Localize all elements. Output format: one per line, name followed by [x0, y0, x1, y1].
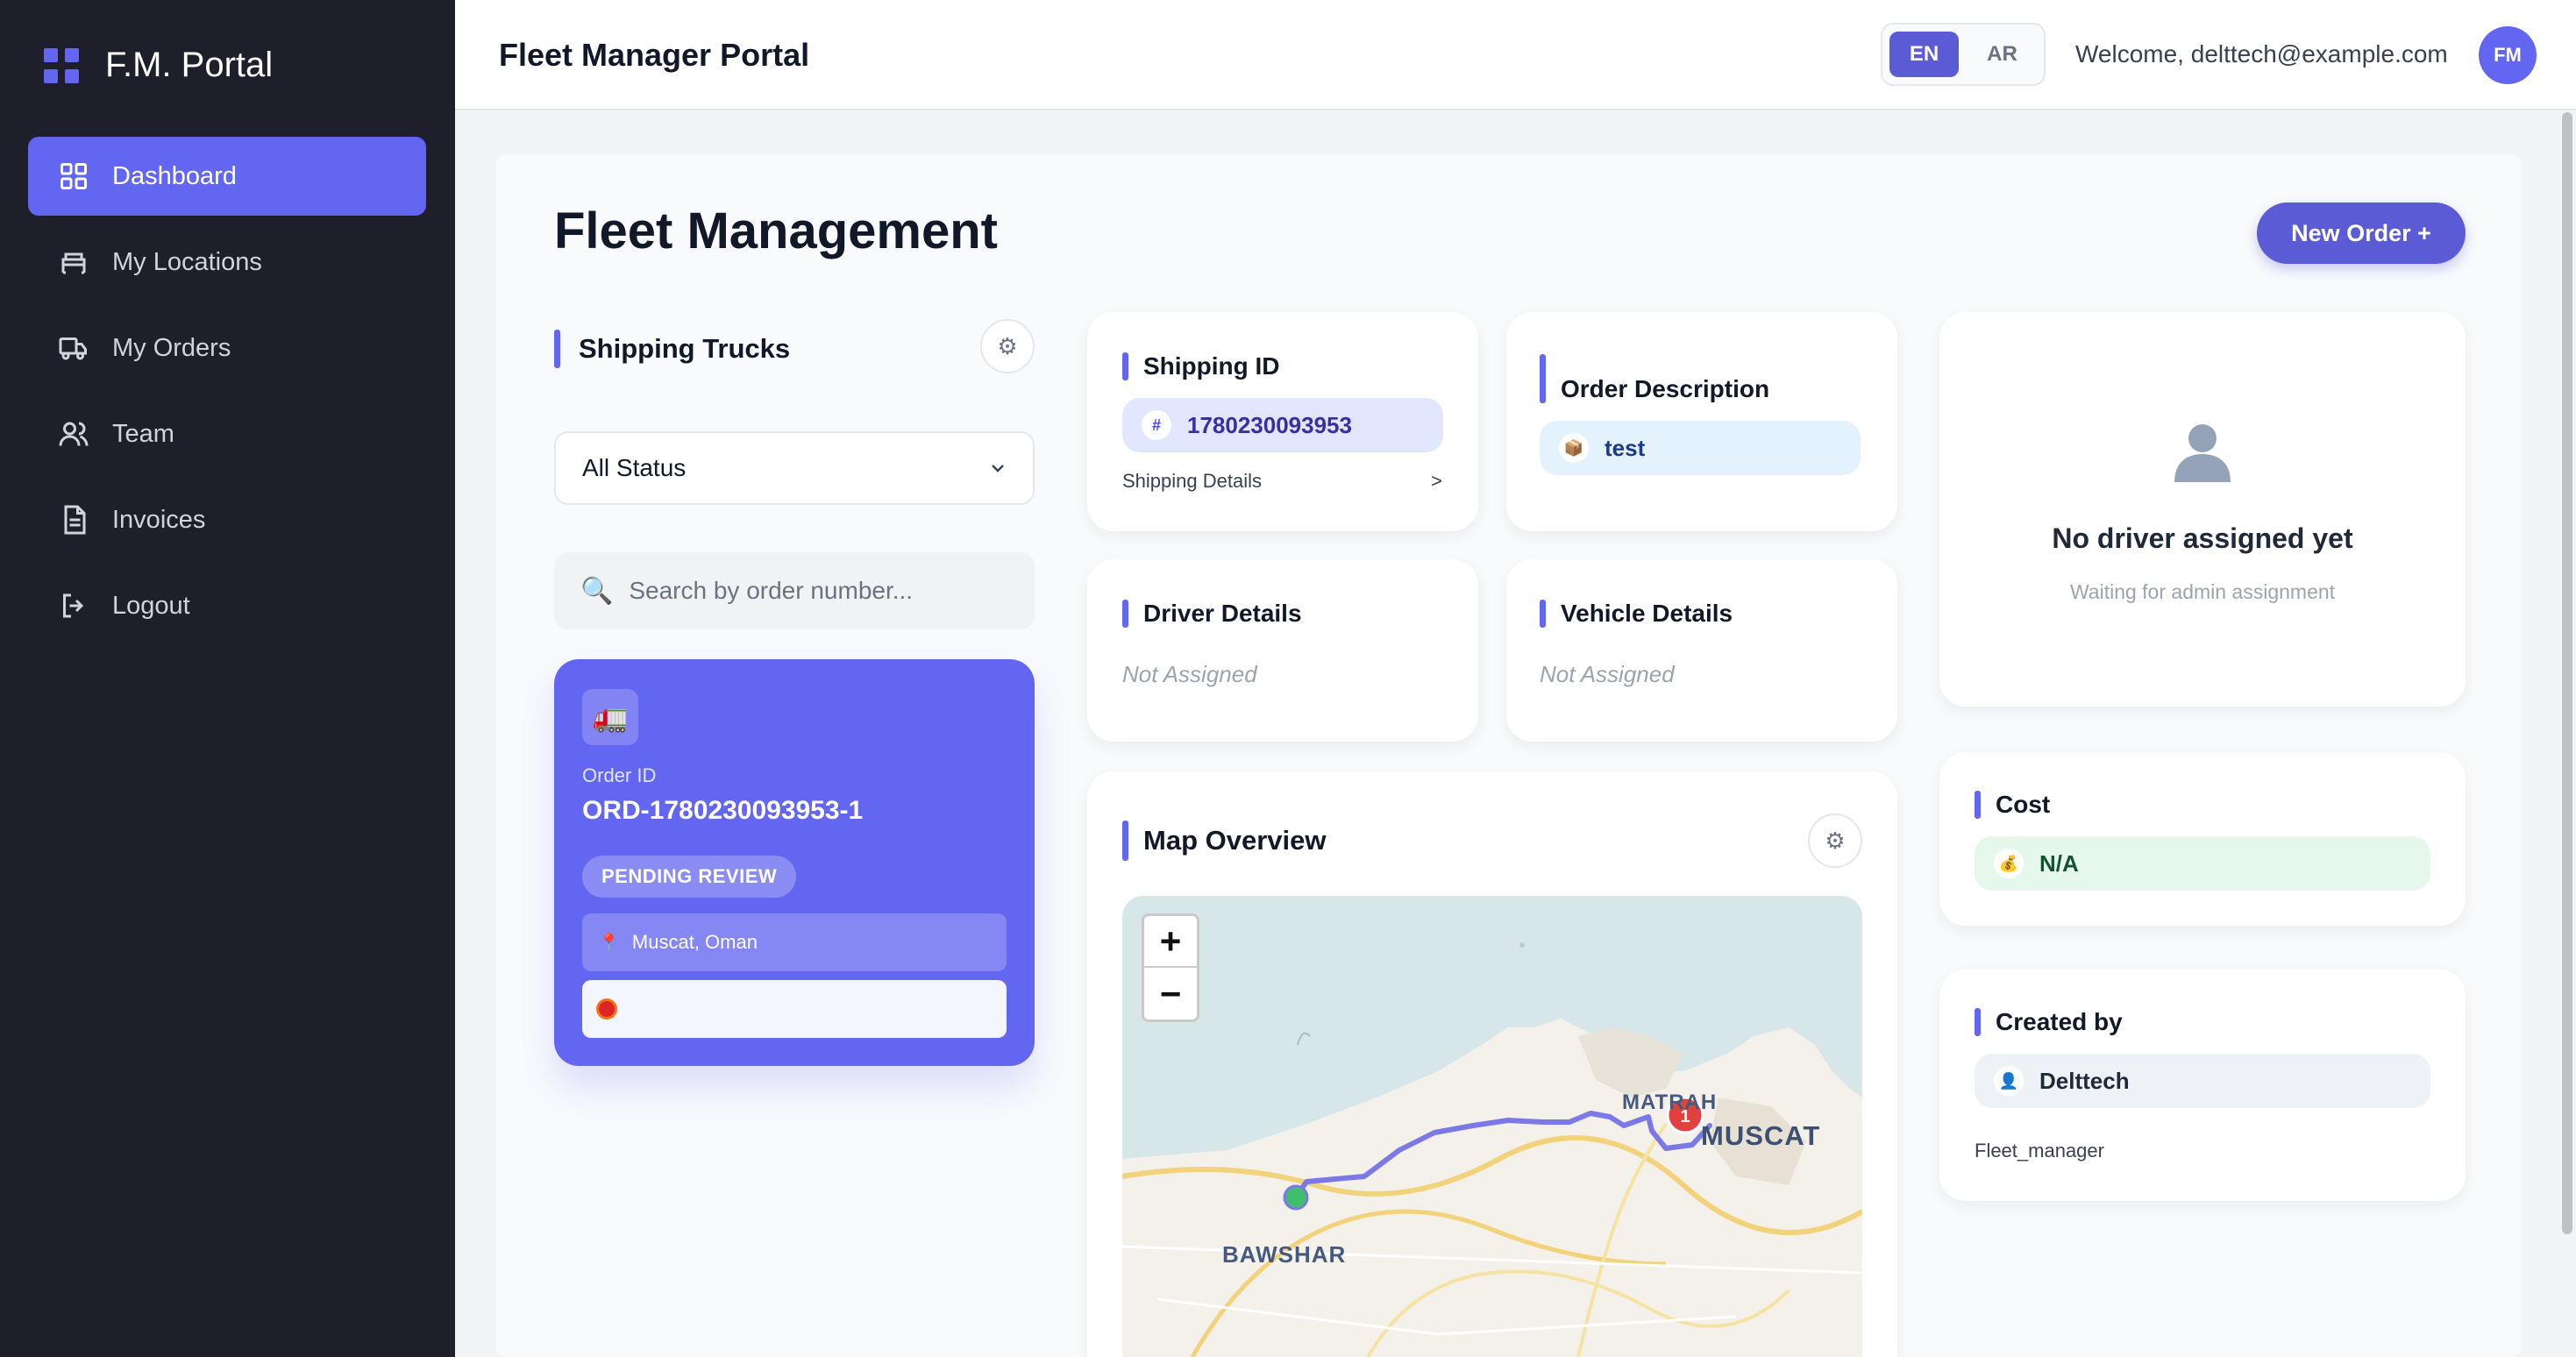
sidebar-item-dashboard[interactable]: Dashboard	[28, 137, 426, 216]
sidebar: F.M. Portal Dashboard My Locations My Or…	[0, 0, 455, 1357]
status-filter-value: All Status	[582, 454, 687, 481]
sidebar-item-invoices[interactable]: Invoices	[28, 480, 426, 559]
truck-icon	[58, 332, 89, 364]
order-location: 📍 Muscat, Oman	[582, 913, 1007, 971]
map-zoom-control: + −	[1142, 913, 1199, 1022]
order-description-card: Order Description 📦 test	[1506, 312, 1897, 531]
vehicle-details-title: Vehicle Details	[1540, 600, 1733, 628]
vehicle-details-card: Vehicle Details Not Assigned	[1506, 559, 1897, 742]
sidebar-item-label: Invoices	[112, 505, 206, 534]
driver-details-card: Driver Details Not Assigned	[1087, 559, 1478, 742]
user-icon: 👤	[1994, 1066, 2024, 1096]
user-placeholder-icon	[2174, 424, 2231, 482]
driver-details-title: Driver Details	[1122, 600, 1302, 628]
no-driver-card: No driver assigned yet Waiting for admin…	[1939, 312, 2466, 707]
lang-en-button[interactable]: EN	[1889, 32, 1959, 77]
shipping-id-card: Shipping ID # 1780230093953 Shipping Det…	[1087, 312, 1478, 531]
order-description-pill: 📦 test	[1540, 421, 1861, 475]
created-by-role: Fleet_manager	[1975, 1140, 2104, 1162]
brand[interactable]: F.M. Portal	[44, 46, 273, 85]
chevron-down-icon	[992, 465, 1004, 472]
created-by-pill: 👤 Delttech	[1975, 1054, 2430, 1108]
order-id: ORD-1780230093953-1	[582, 796, 864, 825]
truck-icon: 🚛	[582, 689, 638, 745]
status-badge: PENDING REVIEW	[582, 856, 797, 898]
language-switcher: EN AR	[1881, 23, 2046, 86]
sidebar-item-team[interactable]: Team	[28, 394, 426, 473]
sidebar-item-label: Logout	[112, 591, 190, 620]
search-input[interactable]	[629, 577, 1015, 605]
settings-gear-icon[interactable]: ⚙	[980, 319, 1035, 373]
order-search: 🔍	[554, 552, 1035, 629]
grid-logo-icon	[44, 47, 79, 83]
map[interactable]: 1 + − MATRAH MUSCAT BAWSHAR	[1122, 896, 1862, 1357]
sidebar-item-logout[interactable]: Logout	[28, 566, 426, 645]
order-description-title: Order Description	[1540, 354, 1769, 403]
map-overview-title: Map Overview	[1122, 821, 1326, 861]
order-description-value: test	[1605, 434, 1646, 461]
brand-title: F.M. Portal	[105, 46, 274, 84]
zoom-in-button[interactable]: +	[1144, 916, 1197, 968]
lang-ar-button[interactable]: AR	[1968, 32, 2037, 77]
map-label-bawshar: BAWSHAR	[1222, 1241, 1347, 1268]
search-icon: 🔍	[580, 576, 614, 606]
map-label-muscat: MUSCAT	[1701, 1120, 1821, 1151]
dashboard-icon	[58, 160, 89, 192]
cost-title: Cost	[1975, 791, 2050, 819]
cost-value: N/A	[2039, 849, 2079, 877]
invoice-icon	[58, 504, 89, 536]
shipping-details-link[interactable]: Shipping Details	[1122, 470, 1262, 493]
order-location-text: Muscat, Oman	[631, 931, 758, 953]
created-by-name: Delttech	[2039, 1067, 2130, 1094]
map-settings-gear-icon[interactable]: ⚙	[1808, 813, 1862, 868]
sidebar-item-label: My Orders	[112, 333, 231, 362]
package-icon: 📦	[1559, 433, 1589, 463]
map-label-matrah: MATRAH	[1622, 1091, 1718, 1114]
new-order-button[interactable]: New Order +	[2257, 202, 2466, 264]
shipping-trucks-title: Shipping Trucks	[554, 330, 790, 368]
zoom-out-button[interactable]: −	[1144, 968, 1197, 1020]
pin-icon: 📍	[598, 933, 620, 953]
sidebar-item-label: Team	[112, 419, 174, 448]
page-title: Fleet Management	[554, 202, 998, 259]
no-driver-subtitle: Waiting for admin assignment	[2069, 580, 2336, 603]
team-icon	[58, 418, 89, 450]
shipping-id-value: 1780230093953	[1187, 411, 1352, 438]
created-by-title: Created by	[1975, 1008, 2123, 1036]
order-card[interactable]: 🚛 Order ID ORD-1780230093953-1 PENDING R…	[554, 659, 1035, 1066]
status-filter-select[interactable]: All Status	[554, 431, 1035, 505]
money-bag-icon: 💰	[1994, 849, 2024, 878]
stop-dot-icon	[596, 998, 617, 1020]
logout-icon	[58, 590, 89, 622]
vehicle-details-value: Not Assigned	[1540, 661, 1675, 687]
sidebar-item-label: Dashboard	[112, 161, 237, 190]
cost-card: Cost 💰 N/A	[1939, 752, 2466, 926]
top-header: Fleet Manager Portal EN AR Welcome, delt…	[455, 0, 2576, 110]
location-icon	[58, 246, 89, 278]
avatar[interactable]: FM	[2479, 26, 2537, 84]
sidebar-item-my-locations[interactable]: My Locations	[28, 223, 426, 302]
chevron-right-icon[interactable]: >	[1431, 470, 1442, 493]
sidebar-nav: Dashboard My Locations My Orders Team In…	[28, 137, 426, 652]
shipping-id-title: Shipping ID	[1122, 352, 1280, 380]
scrollbar[interactable]	[2562, 112, 2572, 1234]
driver-details-value: Not Assigned	[1122, 661, 1257, 687]
no-driver-title: No driver assigned yet	[2052, 522, 2353, 554]
order-stops-text: 1 drop stops	[631, 998, 738, 1020]
shipping-id-pill: # 1780230093953	[1122, 398, 1443, 452]
header-title: Fleet Manager Portal	[499, 37, 810, 73]
order-stops: 1 drop stops	[582, 980, 1007, 1038]
order-id-label: Order ID	[582, 764, 657, 786]
sidebar-item-my-orders[interactable]: My Orders	[28, 309, 426, 387]
sidebar-item-label: My Locations	[112, 247, 262, 276]
created-by-card: Created by 👤 Delttech Fleet_manager	[1939, 970, 2466, 1201]
welcome-text: Welcome, delttech@example.com	[2075, 40, 2448, 67]
hash-icon: #	[1142, 410, 1171, 440]
cost-pill: 💰 N/A	[1975, 836, 2430, 891]
